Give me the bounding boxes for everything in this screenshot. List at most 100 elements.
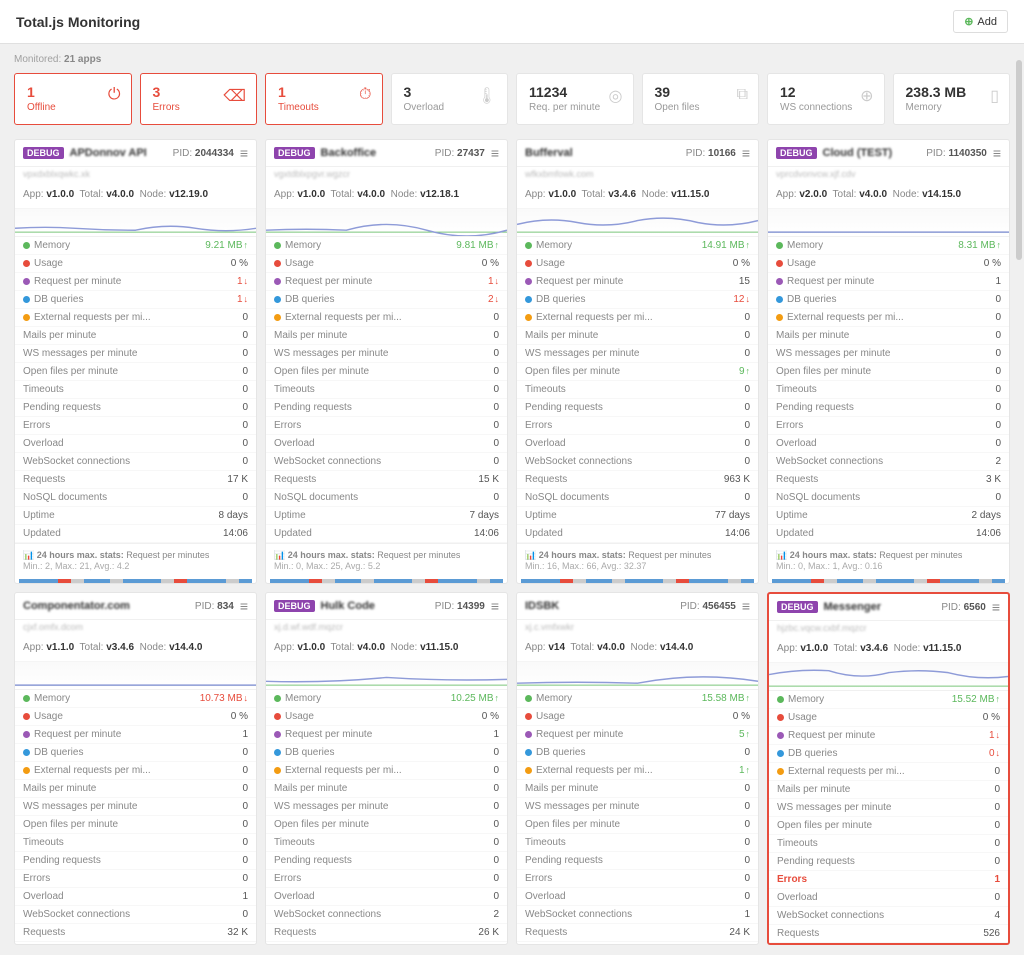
metric-value: 0 — [744, 837, 750, 848]
app-card: IDSBK PID: 456455 ≡ xj.c.vmfxwkr App: v1… — [516, 592, 759, 945]
summary-memory[interactable]: 238.3 MB Memory ▯ — [893, 73, 1011, 125]
metric-row: Pending requests 0 — [769, 853, 1008, 871]
metric-label: DB queries — [274, 747, 334, 758]
menu-icon[interactable]: ≡ — [742, 146, 750, 160]
metric-row: Memory 15.58 MB↑ — [517, 690, 758, 708]
metric-value: 17 K — [227, 474, 248, 485]
menu-icon[interactable]: ≡ — [240, 146, 248, 160]
summary-icon: 🌡 — [477, 86, 497, 106]
metric-value: 0 — [242, 819, 248, 830]
stats-icon: 📊 — [23, 550, 34, 560]
summary-overload[interactable]: 3 Overload 🌡 — [391, 73, 509, 125]
summary-req-per-minute[interactable]: 11234 Req. per minute ◎ — [516, 73, 634, 125]
metric-label: DB queries — [23, 747, 83, 758]
metric-dot — [23, 695, 30, 702]
metric-row: Request per minute 1 — [15, 726, 256, 744]
metric-dot — [23, 260, 30, 267]
metric-row: Mails per minute 0 — [517, 327, 758, 345]
add-button[interactable]: ⊕ Add — [953, 10, 1008, 33]
app-versions: App: v14 Total: v4.0.0 Node: v14.4.0 — [517, 638, 758, 662]
metric-dot — [525, 695, 532, 702]
metric-label: Request per minute — [777, 730, 875, 741]
metric-label: Open files per minute — [525, 819, 620, 830]
metric-label: Timeouts — [274, 384, 315, 395]
summary-offline[interactable]: 1 Offline ⏻ — [14, 73, 132, 125]
menu-icon[interactable]: ≡ — [742, 599, 750, 613]
summary-errors[interactable]: 3 Errors ⌫ — [140, 73, 258, 125]
metric-label: External requests per mi... — [23, 312, 151, 323]
metric-row: WebSocket connections 2 — [768, 453, 1009, 471]
metric-value: 1↑ — [739, 765, 750, 776]
card-footer: 📊 24 hours max. stats: Request per minut… — [266, 543, 507, 577]
metric-value: 3 K — [986, 474, 1001, 485]
metric-row: DB queries 0 — [266, 744, 507, 762]
metric-dot — [777, 750, 784, 757]
metric-value: 0 — [242, 909, 248, 920]
metric-label: External requests per mi... — [23, 765, 151, 776]
metric-value: 0 — [242, 837, 248, 848]
summary-label: Req. per minute — [529, 102, 621, 113]
metric-dot — [776, 242, 783, 249]
app-name: Messenger — [824, 601, 936, 613]
metric-value: 0 — [493, 330, 499, 341]
menu-icon[interactable]: ≡ — [992, 600, 1000, 614]
hour-bar — [15, 577, 256, 583]
metric-label: Timeouts — [23, 837, 64, 848]
metric-label: Uptime — [23, 510, 55, 521]
summary-timeouts[interactable]: 1 Timeouts ⏱ — [265, 73, 383, 125]
metric-dot — [525, 767, 532, 774]
summary-open-files[interactable]: 39 Open files ⧉ — [642, 73, 760, 125]
metric-row: Timeouts 0 — [768, 381, 1009, 399]
summary-value: 1 — [278, 84, 370, 100]
metric-value: 0 — [493, 819, 499, 830]
metric-row: External requests per mi... 0 — [768, 309, 1009, 327]
metric-row: WebSocket connections 0 — [517, 453, 758, 471]
metric-label: Uptime — [776, 510, 808, 521]
metric-row: Errors 0 — [768, 417, 1009, 435]
app-subtitle: xj.d.wf.wdf.mqzcr — [266, 620, 507, 638]
metric-value: 0 — [744, 384, 750, 395]
app-pid: PID: 456455 — [680, 601, 736, 612]
app-name: Backoffice — [321, 147, 429, 159]
metric-dot — [776, 278, 783, 285]
metric-label: Updated — [23, 528, 61, 539]
metric-label: WebSocket connections — [525, 456, 632, 467]
metric-label: Open files per minute — [776, 366, 871, 377]
metric-value: 0 — [493, 348, 499, 359]
app-card: DEBUG Cloud (TEST) PID: 1140350 ≡ vprcdv… — [767, 139, 1010, 584]
mini-chart — [517, 662, 758, 690]
metric-label: WS messages per minute — [525, 801, 640, 812]
metric-value: 0 % — [482, 711, 499, 722]
metric-row: NoSQL documents 0 — [768, 489, 1009, 507]
metric-value: 32 K — [227, 927, 248, 938]
metric-label: Memory — [23, 240, 70, 251]
metric-row: Open files per minute 0 — [517, 816, 758, 834]
summary-icon: ◎ — [609, 86, 623, 106]
stats-icon: 📊 — [525, 550, 536, 560]
metric-label: WebSocket connections — [274, 456, 381, 467]
menu-icon[interactable]: ≡ — [993, 146, 1001, 160]
metric-label: Overload — [525, 438, 566, 449]
metric-label: Usage — [525, 258, 565, 269]
metric-value: 0 — [995, 294, 1001, 305]
metric-row: Pending requests 0 — [517, 852, 758, 870]
metric-value: 0 — [242, 783, 248, 794]
metric-label: Open files per minute — [777, 820, 872, 831]
metric-value: 0 % — [733, 711, 750, 722]
menu-icon[interactable]: ≡ — [491, 146, 499, 160]
metric-row: Memory 10.25 MB↑ — [266, 690, 507, 708]
metric-row: NoSQL documents 0 — [266, 489, 507, 507]
app-pid: PID: 1140350 — [926, 148, 987, 159]
scrollbar[interactable] — [1016, 60, 1022, 260]
menu-icon[interactable]: ≡ — [240, 599, 248, 613]
metric-label: Errors — [274, 873, 301, 884]
metric-dot — [525, 260, 532, 267]
menu-icon[interactable]: ≡ — [491, 599, 499, 613]
metric-label: Updated — [525, 528, 563, 539]
metric-row: Errors 0 — [517, 417, 758, 435]
summary-value: 39 — [655, 84, 747, 100]
summary-ws-connections[interactable]: 12 WS connections ⊕ — [767, 73, 885, 125]
metric-row: Timeouts 0 — [15, 834, 256, 852]
metric-label: Mails per minute — [23, 330, 96, 341]
metric-row: Requests 3 K — [768, 471, 1009, 489]
